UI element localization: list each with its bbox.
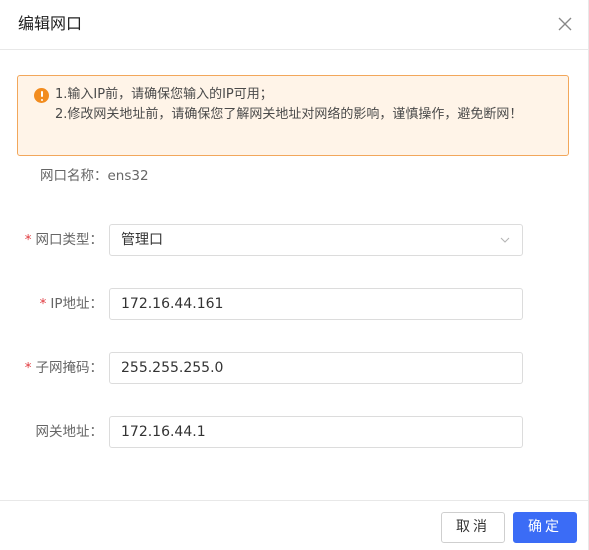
- alert-text: 1.输入IP前，请确保您输入的IP可用； 2.修改网关地址前，请确保您了解网关地…: [55, 85, 555, 125]
- port-type-value: 管理口: [121, 232, 163, 248]
- ip-row: * IP地址：: [0, 288, 589, 320]
- required-mark: *: [39, 296, 47, 312]
- ip-label: * IP地址：: [40, 288, 103, 320]
- gateway-input[interactable]: [109, 416, 523, 448]
- alert-line-1: 1.输入IP前，请确保您输入的IP可用；: [55, 87, 273, 102]
- alert-line-2: 2.修改网关地址前，请确保您了解网关地址对网络的影响，谨慎操作，避免断网！: [55, 107, 523, 122]
- ip-label-text: IP地址：: [50, 296, 103, 312]
- port-name-field: 网口名称：ens32: [40, 166, 149, 186]
- close-button[interactable]: [558, 16, 572, 31]
- required-mark: *: [24, 360, 32, 376]
- port-name-label: 网口名称：: [40, 168, 108, 184]
- warning-alert: 1.输入IP前，请确保您输入的IP可用； 2.修改网关地址前，请确保您了解网关地…: [17, 75, 569, 156]
- mask-label-text: 子网掩码：: [35, 360, 104, 376]
- gateway-row: 网关地址：: [0, 416, 589, 448]
- ip-input[interactable]: [109, 288, 523, 320]
- port-type-label-text: 网口类型：: [35, 232, 104, 248]
- dialog-title: 编辑网口: [18, 14, 83, 33]
- dialog-header: 编辑网口: [0, 0, 589, 50]
- required-mark: *: [24, 232, 32, 248]
- cancel-button[interactable]: 取消: [441, 512, 505, 543]
- chevron-down-icon: [500, 237, 510, 243]
- confirm-button[interactable]: 确定: [513, 512, 577, 543]
- edit-port-dialog: 编辑网口 1.输入IP前，请确保您输入的IP可用； 2.修改网关地址前，请确保您…: [0, 0, 589, 550]
- port-type-label: * 网口类型：: [25, 224, 103, 256]
- gateway-label: 网关地址：: [35, 424, 104, 440]
- mask-input[interactable]: [109, 352, 523, 384]
- close-icon: [558, 17, 572, 31]
- port-type-select[interactable]: 管理口: [109, 224, 523, 256]
- dialog-footer: 取消 确定: [0, 500, 589, 550]
- warning-icon: [34, 88, 49, 103]
- mask-row: * 子网掩码：: [0, 352, 589, 384]
- port-name-value: ens32: [107, 168, 149, 184]
- port-type-row: * 网口类型： 管理口: [0, 224, 589, 256]
- mask-label: * 子网掩码：: [25, 352, 103, 384]
